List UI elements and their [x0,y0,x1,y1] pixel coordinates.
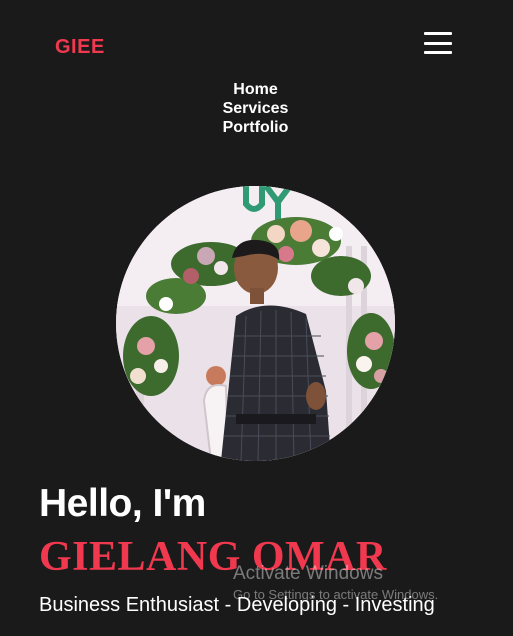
nav-item-portfolio[interactable]: Portfolio [223,118,289,137]
site-logo[interactable]: GIEE [55,36,105,59]
hero-name: GIELANG OMAR [39,534,387,580]
hero-greeting: Hello, I'm [39,482,206,525]
page: GIEE Home Services Portfolio Hello, I'm … [0,0,513,636]
menu-bar [424,51,452,54]
main-nav: Home Services Portfolio [0,80,511,137]
hamburger-menu-icon[interactable] [424,32,452,54]
profile-photo [116,186,395,461]
hero-tagline: Business Enthusiast - Developing - Inves… [39,594,435,616]
menu-bar [424,41,452,45]
nav-item-home[interactable]: Home [233,80,277,99]
menu-bar [424,32,452,35]
nav-item-services[interactable]: Services [223,99,289,118]
